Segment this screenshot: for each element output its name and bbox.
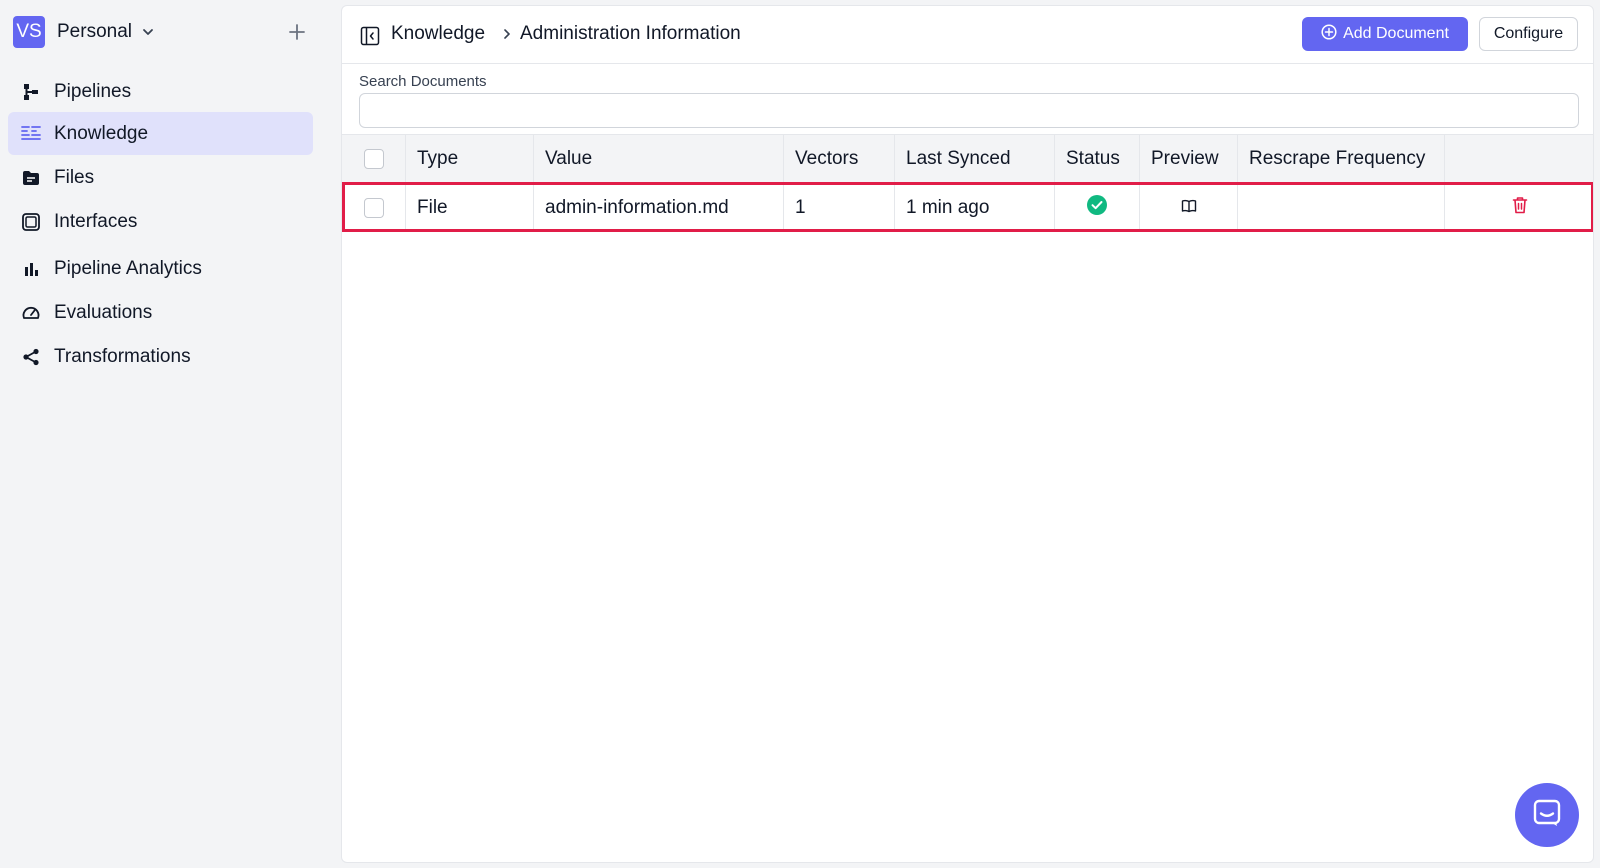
sidebar-item-interfaces[interactable]: Interfaces [8, 200, 313, 243]
sidebar-item-knowledge[interactable]: Knowledge [8, 112, 313, 155]
cell-type: File [406, 184, 534, 231]
search-label: Search Documents [359, 73, 487, 90]
sidebar-item-files[interactable]: Files [8, 156, 313, 199]
workspace-avatar: VS [13, 16, 45, 48]
column-header-vectors[interactable]: Vectors [784, 135, 895, 183]
sidebar-item-label: Evaluations [54, 301, 153, 323]
add-document-label: Add Document [1343, 25, 1449, 42]
sidebar-toggle-icon[interactable] [360, 26, 380, 46]
sidebar-item-label: Pipelines [54, 80, 132, 102]
page-title: Administration Information [520, 23, 741, 44]
sidebar-item-label: Interfaces [54, 210, 138, 232]
search-input[interactable] [359, 93, 1579, 128]
sidebar-item-pipeline-analytics[interactable]: Pipeline Analytics [8, 247, 313, 290]
sidebar-item-label: Pipeline Analytics [54, 257, 202, 279]
column-header-preview[interactable]: Preview [1140, 135, 1238, 183]
select-all-cell [342, 135, 406, 183]
chevron-down-icon[interactable] [142, 25, 156, 39]
bar-chart-icon [21, 259, 41, 279]
column-header-value[interactable]: Value [534, 135, 784, 183]
sidebar-item-label: Transformations [54, 345, 191, 367]
gauge-icon [21, 303, 41, 323]
sidebar: VS Personal Pipelines Knowledge Files In… [0, 0, 340, 868]
column-header-status[interactable]: Status [1055, 135, 1140, 183]
add-document-button[interactable]: Add Document [1302, 17, 1468, 51]
pipelines-icon [21, 82, 41, 102]
row-select-cell [342, 184, 406, 231]
sidebar-item-transformations[interactable]: Transformations [8, 335, 313, 378]
plus-icon[interactable] [281, 16, 313, 48]
share-icon [21, 347, 41, 367]
files-icon [21, 168, 41, 188]
table-header: Type Value Vectors Last Synced Status Pr… [342, 134, 1593, 184]
main-panel: Knowledge Administration Information Add… [341, 5, 1594, 863]
column-header-type[interactable]: Type [406, 135, 534, 183]
cell-vectors: 1 [784, 184, 895, 231]
cell-value: admin-information.md [534, 184, 784, 231]
workspace-name: Personal [57, 21, 132, 42]
book-icon[interactable] [1181, 197, 1197, 219]
table-row[interactable]: File admin-information.md 1 1 min ago [342, 184, 1593, 232]
cell-status [1055, 184, 1140, 231]
cell-last-synced: 1 min ago [895, 184, 1055, 231]
trash-icon[interactable] [1512, 196, 1528, 220]
header: Knowledge Administration Information Add… [342, 6, 1593, 64]
row-checkbox[interactable] [363, 197, 384, 218]
workspace-switcher[interactable]: VS Personal [13, 16, 313, 48]
cell-preview [1140, 184, 1238, 231]
sidebar-item-evaluations[interactable]: Evaluations [8, 291, 313, 334]
chat-icon [1532, 798, 1562, 833]
chevron-right-icon [502, 23, 516, 45]
plus-circle-icon [1321, 23, 1337, 45]
interfaces-icon [21, 212, 41, 232]
check-circle-icon [1087, 194, 1107, 221]
breadcrumb-knowledge[interactable]: Knowledge [391, 22, 485, 46]
column-header-rescrape-frequency[interactable]: Rescrape Frequency [1238, 135, 1445, 183]
cell-rescrape-frequency [1238, 184, 1445, 231]
sidebar-item-pipelines[interactable]: Pipelines [8, 70, 313, 113]
chat-launcher-button[interactable] [1515, 783, 1579, 847]
knowledge-icon [21, 124, 41, 144]
cell-actions [1445, 184, 1593, 231]
configure-button[interactable]: Configure [1479, 17, 1578, 51]
column-header-last-synced[interactable]: Last Synced [895, 135, 1055, 183]
select-all-checkbox[interactable] [363, 149, 384, 169]
sidebar-item-label: Files [54, 166, 95, 188]
sidebar-item-label: Knowledge [54, 122, 149, 144]
column-header-actions [1445, 135, 1593, 183]
